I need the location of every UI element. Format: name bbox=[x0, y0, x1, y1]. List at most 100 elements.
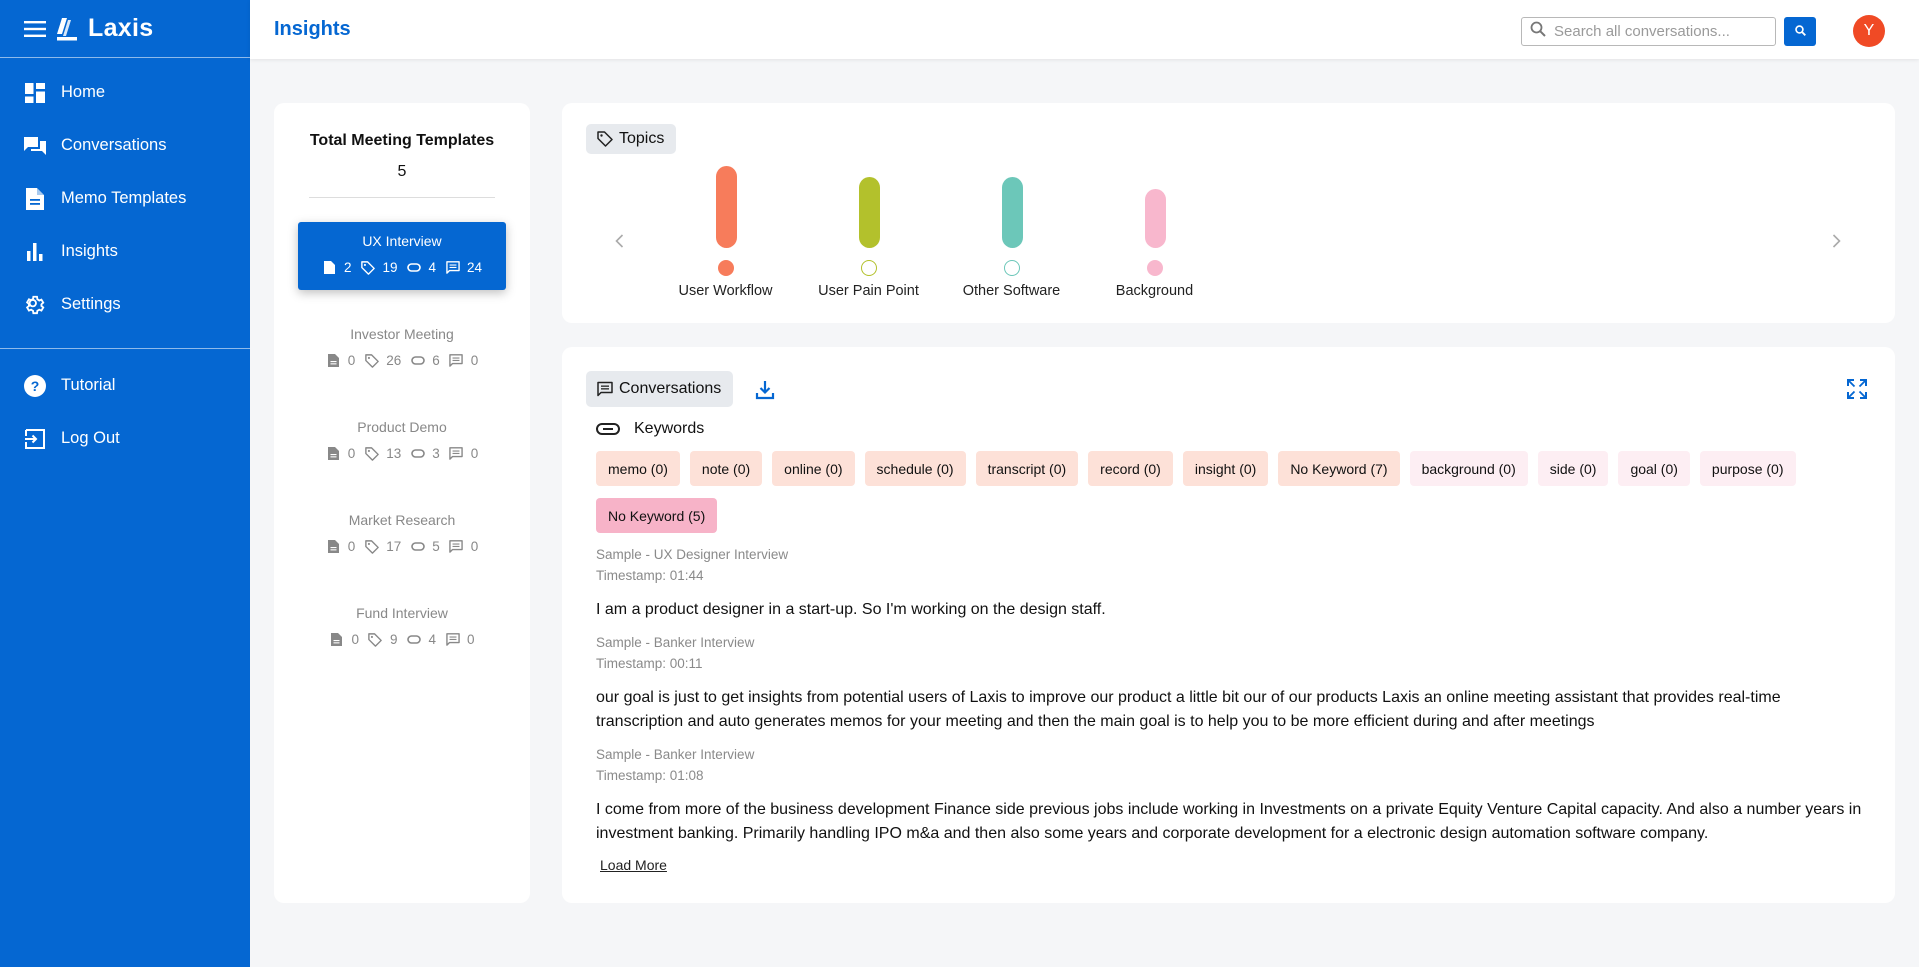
template-name: UX Interview bbox=[362, 233, 442, 249]
template-stats: 0 13 3 0 bbox=[326, 446, 479, 461]
template-stat-conversations: 0 bbox=[470, 539, 479, 554]
template-stat-memos: 0 bbox=[351, 632, 359, 647]
search-input[interactable] bbox=[1554, 23, 1769, 40]
sidebar-item-tutorial[interactable]: ? Tutorial bbox=[0, 359, 250, 412]
keyword-chip[interactable]: schedule (0) bbox=[864, 451, 966, 486]
sidebar-item-logout[interactable]: Log Out bbox=[0, 412, 250, 465]
keyword-chip[interactable]: online (0) bbox=[772, 451, 855, 486]
download-icon[interactable] bbox=[754, 379, 776, 401]
topic-bar bbox=[1002, 177, 1023, 248]
conversation-result: Sample - Banker Interview Timestamp: 01:0… bbox=[596, 744, 1871, 846]
topic-item[interactable]: User Workflow bbox=[654, 166, 797, 306]
chat-icon bbox=[445, 260, 460, 275]
keyword-chip[interactable]: side (0) bbox=[1537, 451, 1609, 486]
template-item[interactable]: Investor Meeting 0 26 6 0 bbox=[298, 315, 506, 383]
topic-bar bbox=[1145, 189, 1166, 248]
template-item[interactable]: Market Research 0 17 5 0 bbox=[298, 501, 506, 569]
tag-icon bbox=[360, 260, 375, 275]
template-stat-keywords: 5 bbox=[432, 539, 440, 554]
sidebar-item-label: Memo Templates bbox=[61, 189, 187, 207]
keyword-chip[interactable]: record (0) bbox=[1088, 451, 1173, 486]
template-item[interactable]: UX Interview 2 19 4 24 bbox=[298, 222, 506, 290]
keyword-chip[interactable]: No Keyword (7) bbox=[1278, 451, 1400, 486]
sidebar-item-label: Tutorial bbox=[61, 376, 116, 394]
topics-card: Topics User Workflow User Pain Point Other… bbox=[562, 103, 1895, 323]
load-more-link[interactable]: Load More bbox=[600, 857, 667, 873]
tag-icon bbox=[364, 539, 379, 554]
dashboard-icon bbox=[24, 82, 46, 104]
keyword-chip[interactable]: transcript (0) bbox=[975, 451, 1079, 486]
keyword-chip[interactable]: No Keyword (5) bbox=[596, 498, 718, 533]
chat-icon bbox=[449, 539, 464, 554]
laxis-logo-icon bbox=[56, 16, 80, 42]
result-text: our goal is just to get insights from po… bbox=[596, 689, 1781, 730]
chat-icon bbox=[596, 380, 614, 398]
sidebar-item-insights[interactable]: Insights bbox=[0, 225, 250, 278]
sidebar-item-settings[interactable]: Settings bbox=[0, 278, 250, 331]
search-icon bbox=[1530, 21, 1546, 42]
chevron-right-icon[interactable] bbox=[1826, 231, 1846, 251]
template-stat-conversations: 0 bbox=[470, 446, 479, 461]
keyword-chip[interactable]: purpose (0) bbox=[1699, 451, 1796, 486]
bar-chart-icon bbox=[24, 241, 46, 263]
topic-bar bbox=[859, 177, 880, 248]
template-stats: 0 9 4 0 bbox=[329, 632, 475, 647]
template-item[interactable]: Product Demo 0 13 3 0 bbox=[298, 408, 506, 476]
template-list: UX Interview 2 19 4 24 Investor Meeting 0 26 6 0 P… bbox=[274, 222, 530, 662]
result-source: Sample - Banker Interview bbox=[596, 635, 755, 650]
result-timestamp: Timestamp: 01:08 bbox=[596, 768, 704, 783]
avatar[interactable]: Y bbox=[1853, 15, 1885, 47]
tag-icon bbox=[368, 632, 383, 647]
keyword-chip[interactable]: memo (0) bbox=[596, 451, 680, 486]
topic-item[interactable]: Background bbox=[1083, 166, 1226, 306]
document-icon bbox=[24, 187, 46, 210]
keywords-heading: Keywords bbox=[596, 419, 704, 439]
chevron-left-icon[interactable] bbox=[609, 231, 629, 251]
sidebar-divider bbox=[0, 348, 250, 349]
search-button[interactable] bbox=[1784, 17, 1816, 46]
template-stat-keywords: 4 bbox=[428, 260, 437, 275]
template-stats: 0 26 6 0 bbox=[326, 353, 478, 368]
template-item[interactable]: Fund Interview 0 9 4 0 bbox=[298, 594, 506, 662]
sidebar-item-conversations[interactable]: Conversations bbox=[0, 119, 250, 172]
search-icon bbox=[1794, 23, 1806, 41]
sidebar-item-label: Conversations bbox=[61, 136, 167, 154]
conversations-chip: Conversations bbox=[586, 371, 734, 407]
memo-icon bbox=[326, 446, 341, 461]
template-stat-topics: 17 bbox=[386, 539, 402, 554]
hamburger-menu-icon[interactable] bbox=[22, 16, 48, 42]
template-stats: 2 19 4 24 bbox=[322, 260, 482, 275]
tag-icon bbox=[596, 130, 614, 148]
keyword-chip[interactable]: background (0) bbox=[1409, 451, 1528, 486]
keyword-chip[interactable]: note (0) bbox=[689, 451, 763, 486]
keyword-chip[interactable]: insight (0) bbox=[1182, 451, 1269, 486]
template-name: Market Research bbox=[348, 512, 456, 528]
chat-icon bbox=[24, 135, 46, 157]
result-timestamp: Timestamp: 00:11 bbox=[596, 656, 703, 671]
template-stat-keywords: 4 bbox=[428, 632, 437, 647]
template-stat-keywords: 6 bbox=[432, 353, 440, 368]
link-icon bbox=[410, 353, 425, 368]
templates-heading: Total Meeting Templates bbox=[309, 132, 495, 149]
result-source: Sample - Banker Interview bbox=[596, 747, 755, 762]
sidebar-item-memo-templates[interactable]: Memo Templates bbox=[0, 172, 250, 225]
template-stat-topics: 13 bbox=[386, 446, 402, 461]
memo-icon bbox=[326, 353, 341, 368]
topic-dot bbox=[1147, 260, 1163, 276]
template-stat-keywords: 3 bbox=[432, 446, 440, 461]
result-text: I am a product designer in a start-up. S… bbox=[596, 601, 1106, 618]
sidebar-item-home[interactable]: Home bbox=[0, 66, 250, 119]
topic-item[interactable]: User Pain Point bbox=[797, 166, 940, 306]
topic-item[interactable]: Other Software bbox=[940, 166, 1083, 306]
sidebar-nav: Home Conversations Memo Templates Insigh… bbox=[0, 58, 250, 465]
chat-icon bbox=[449, 446, 464, 461]
divider bbox=[309, 197, 495, 198]
template-stat-memos: 0 bbox=[347, 353, 356, 368]
link-icon bbox=[407, 632, 422, 647]
help-icon: ? bbox=[24, 374, 46, 397]
fullscreen-icon[interactable] bbox=[1845, 377, 1869, 401]
keyword-chip[interactable]: goal (0) bbox=[1618, 451, 1690, 486]
conversations-card: Conversations Keywords memo (0) note (0) o… bbox=[562, 347, 1895, 903]
search-box bbox=[1521, 17, 1776, 46]
result-list: Sample - UX Designer Interview Timestamp:… bbox=[596, 544, 1871, 856]
